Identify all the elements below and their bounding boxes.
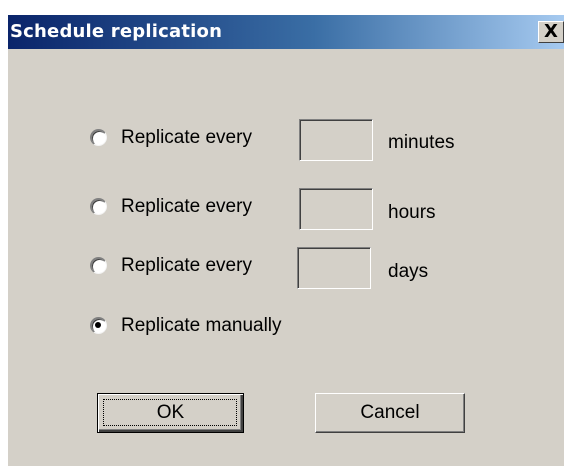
schedule-replication-dialog: Schedule replication X Replicate every m… bbox=[8, 15, 564, 466]
radio-hours[interactable] bbox=[90, 198, 107, 215]
radio-minutes[interactable] bbox=[90, 129, 107, 146]
unit-days: days bbox=[388, 261, 429, 282]
option-minutes-label: Replicate every bbox=[121, 127, 252, 148]
option-minutes-row: Replicate every minutes bbox=[8, 119, 564, 161]
radio-selected-dot bbox=[95, 322, 101, 328]
title-bar[interactable]: Schedule replication X bbox=[8, 15, 564, 49]
hours-input[interactable] bbox=[299, 188, 373, 230]
option-manual-row: Replicate manually bbox=[8, 315, 564, 355]
radio-manual[interactable] bbox=[90, 317, 107, 334]
option-days-label: Replicate every bbox=[121, 255, 252, 276]
option-hours-row: Replicate every hours bbox=[8, 188, 564, 230]
days-input[interactable] bbox=[297, 247, 371, 289]
dialog-title: Schedule replication bbox=[10, 21, 223, 42]
ok-button-label: OK bbox=[156, 402, 185, 423]
radio-days[interactable] bbox=[90, 257, 107, 274]
cancel-button-label: Cancel bbox=[360, 402, 420, 423]
option-hours-label: Replicate every bbox=[121, 196, 252, 217]
close-button[interactable]: X bbox=[538, 21, 564, 43]
minutes-input[interactable] bbox=[299, 119, 373, 161]
option-days-row: Replicate every days bbox=[8, 247, 564, 289]
cancel-button[interactable]: Cancel bbox=[315, 393, 465, 433]
ok-button[interactable]: OK bbox=[97, 393, 244, 433]
unit-hours: hours bbox=[388, 202, 436, 223]
option-manual-label: Replicate manually bbox=[121, 315, 282, 336]
unit-minutes: minutes bbox=[388, 132, 455, 153]
close-icon: X bbox=[544, 21, 558, 42]
